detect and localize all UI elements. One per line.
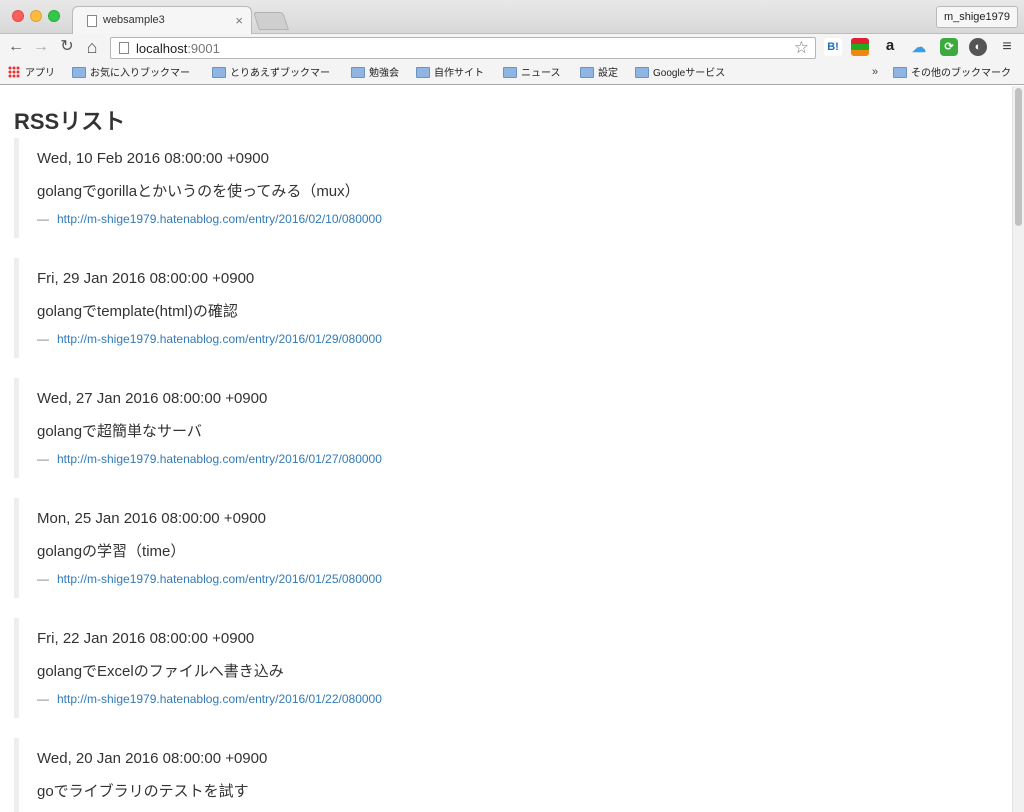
dial-extension-icon[interactable]: ◐ [969,38,987,56]
folder-icon [351,67,365,78]
entry-title: golangで超簡単なサーバ [37,423,202,440]
entry-dash: — [37,452,49,466]
entry-title: golangでExcelのファイルへ書き込み [37,663,284,680]
entry-date: Fri, 22 Jan 2016 08:00:00 +0900 [37,630,255,647]
bookmark-label: 勉強会 [369,68,399,79]
menu-icon[interactable]: ≡ [998,38,1016,56]
entry-footer: — http://m-shige1979.hatenablog.com/entry… [37,692,382,706]
bookmark-star-icon[interactable]: ☆ [794,38,809,58]
window-maximize-button[interactable] [48,10,60,22]
reload-icon[interactable]: ↻ [57,37,77,57]
entry-link[interactable]: http://m-shige1979.hatenablog.com/entry/… [57,692,382,706]
bookmark-label: とりあえずブックマー [230,68,330,79]
folder-icon [416,67,430,78]
bookmarks-overflow-icon[interactable]: » [872,66,878,78]
entry-link[interactable]: http://m-shige1979.hatenablog.com/entry/… [57,572,382,586]
rss-entry: Wed, 10 Feb 2016 08:00:00 +0900 golangでg… [14,138,994,238]
entry-footer: — http://m-shige1979.hatenablog.com/entry… [37,332,382,346]
entry-link[interactable]: http://m-shige1979.hatenablog.com/entry/… [57,212,382,226]
window-minimize-button[interactable] [30,10,42,22]
page-title: RSSリスト [14,104,125,136]
tab-title: websample3 [103,14,165,26]
rss-entry: Fri, 22 Jan 2016 08:00:00 +0900 golangでE… [14,618,994,718]
address-bar[interactable]: localhost:9001 ☆ [110,37,816,59]
bookmark-other-folder[interactable]: その他のブックマーク [893,66,1011,82]
bookmarks-bar: アプリ お気に入りブックマー とりあえずブックマー 勉強会 自作サイト ニュース… [0,62,1024,85]
bookmark-label: 設定 [598,68,618,79]
rss-entry: Wed, 27 Jan 2016 08:00:00 +0900 golangで超… [14,378,994,478]
new-tab-button[interactable] [253,12,289,30]
page-content: RSSリスト Wed, 10 Feb 2016 08:00:00 +0900 g… [0,86,1012,812]
entry-dash: — [37,212,49,226]
entry-dash: — [37,572,49,586]
entry-title: golangの学習（time） [37,543,186,560]
apps-grid-icon [8,66,20,78]
entry-date: Wed, 27 Jan 2016 08:00:00 +0900 [37,390,268,407]
tab-close-icon[interactable]: × [235,13,243,28]
bookmark-apps[interactable]: アプリ [8,66,55,82]
page-title-bold: RSS [14,109,60,134]
bookmark-folder[interactable]: ニュース [503,66,561,82]
page-title-rest: リスト [59,109,126,134]
bookmark-label: 自作サイト [434,68,484,79]
bookmark-folder[interactable]: 自作サイト [416,66,484,82]
entry-dash: — [37,692,49,706]
entry-footer: — http://m-shige1979.hatenablog.com/entry… [37,212,382,226]
window-titlebar: websample3 × m_shige1979 [0,0,1024,35]
hatena-bookmark-extension-icon[interactable]: B! [824,38,842,56]
folder-icon [893,67,907,78]
browser-tab-active[interactable]: websample3 × [72,6,252,35]
rss-entry: Fri, 29 Jan 2016 08:00:00 +0900 golangでt… [14,258,994,358]
forward-icon[interactable]: → [31,37,51,57]
url-host: localhost [136,41,188,56]
bookmark-label: アプリ [25,68,55,79]
folder-icon [580,67,594,78]
page-icon [119,42,129,54]
entry-link[interactable]: http://m-shige1979.hatenablog.com/entry/… [57,332,382,346]
bookmark-folder[interactable]: 設定 [580,66,618,82]
window-close-button[interactable] [12,10,24,22]
scrollbar-thumb[interactable] [1015,88,1022,226]
bookmark-folder[interactable]: とりあえずブックマー [212,66,330,82]
page-icon [87,15,97,27]
entry-footer: — http://m-shige1979.hatenablog.com/entry… [37,572,382,586]
url-text[interactable]: localhost:9001 [136,41,220,56]
folder-icon [635,67,649,78]
bookmark-label: お気に入りブックマー [90,68,190,79]
page-scrollbar[interactable] [1012,86,1024,812]
cloud-extension-icon[interactable]: ☁ [910,38,928,56]
profile-button[interactable]: m_shige1979 [935,6,1018,28]
stack-extension-icon[interactable] [851,38,869,56]
bookmark-label: その他のブックマーク [911,68,1011,79]
back-icon[interactable]: ← [6,37,26,57]
amazon-extension-icon[interactable]: a [881,38,899,56]
entry-dash: — [37,332,49,346]
folder-icon [503,67,517,78]
url-port: :9001 [187,41,220,56]
entry-date: Wed, 10 Feb 2016 08:00:00 +0900 [37,150,269,167]
rss-entry: Mon, 25 Jan 2016 08:00:00 +0900 golangの学… [14,498,994,598]
bookmark-label: ニュース [521,68,561,79]
bookmark-folder[interactable]: 勉強会 [351,66,399,82]
bookmark-folder[interactable]: Googleサービス [635,66,725,82]
home-icon[interactable]: ⌂ [82,37,102,57]
entry-title: goでライブラリのテストを試す [37,783,249,800]
entry-link[interactable]: http://m-shige1979.hatenablog.com/entry/… [57,452,382,466]
entry-footer: — http://m-shige1979.hatenablog.com/entry… [37,452,382,466]
entry-date: Mon, 25 Jan 2016 08:00:00 +0900 [37,510,266,527]
rss-entry: Wed, 20 Jan 2016 08:00:00 +0900 goでライブラリ… [14,738,994,812]
folder-icon [212,67,226,78]
entry-title: golangでgorillaとかいうのを使ってみる（mux） [37,183,360,200]
entry-date: Wed, 20 Jan 2016 08:00:00 +0900 [37,750,268,767]
browser-toolbar: ← → ↻ ⌂ localhost:9001 ☆ B! a ☁ ⟳ ◐ ≡ [0,34,1024,62]
entry-date: Fri, 29 Jan 2016 08:00:00 +0900 [37,270,255,287]
entry-title: golangでtemplate(html)の確認 [37,303,238,320]
folder-icon [72,67,86,78]
green-extension-icon[interactable]: ⟳ [940,38,958,56]
bookmark-folder[interactable]: お気に入りブックマー [72,66,190,82]
bookmark-label: Googleサービス [653,68,726,79]
